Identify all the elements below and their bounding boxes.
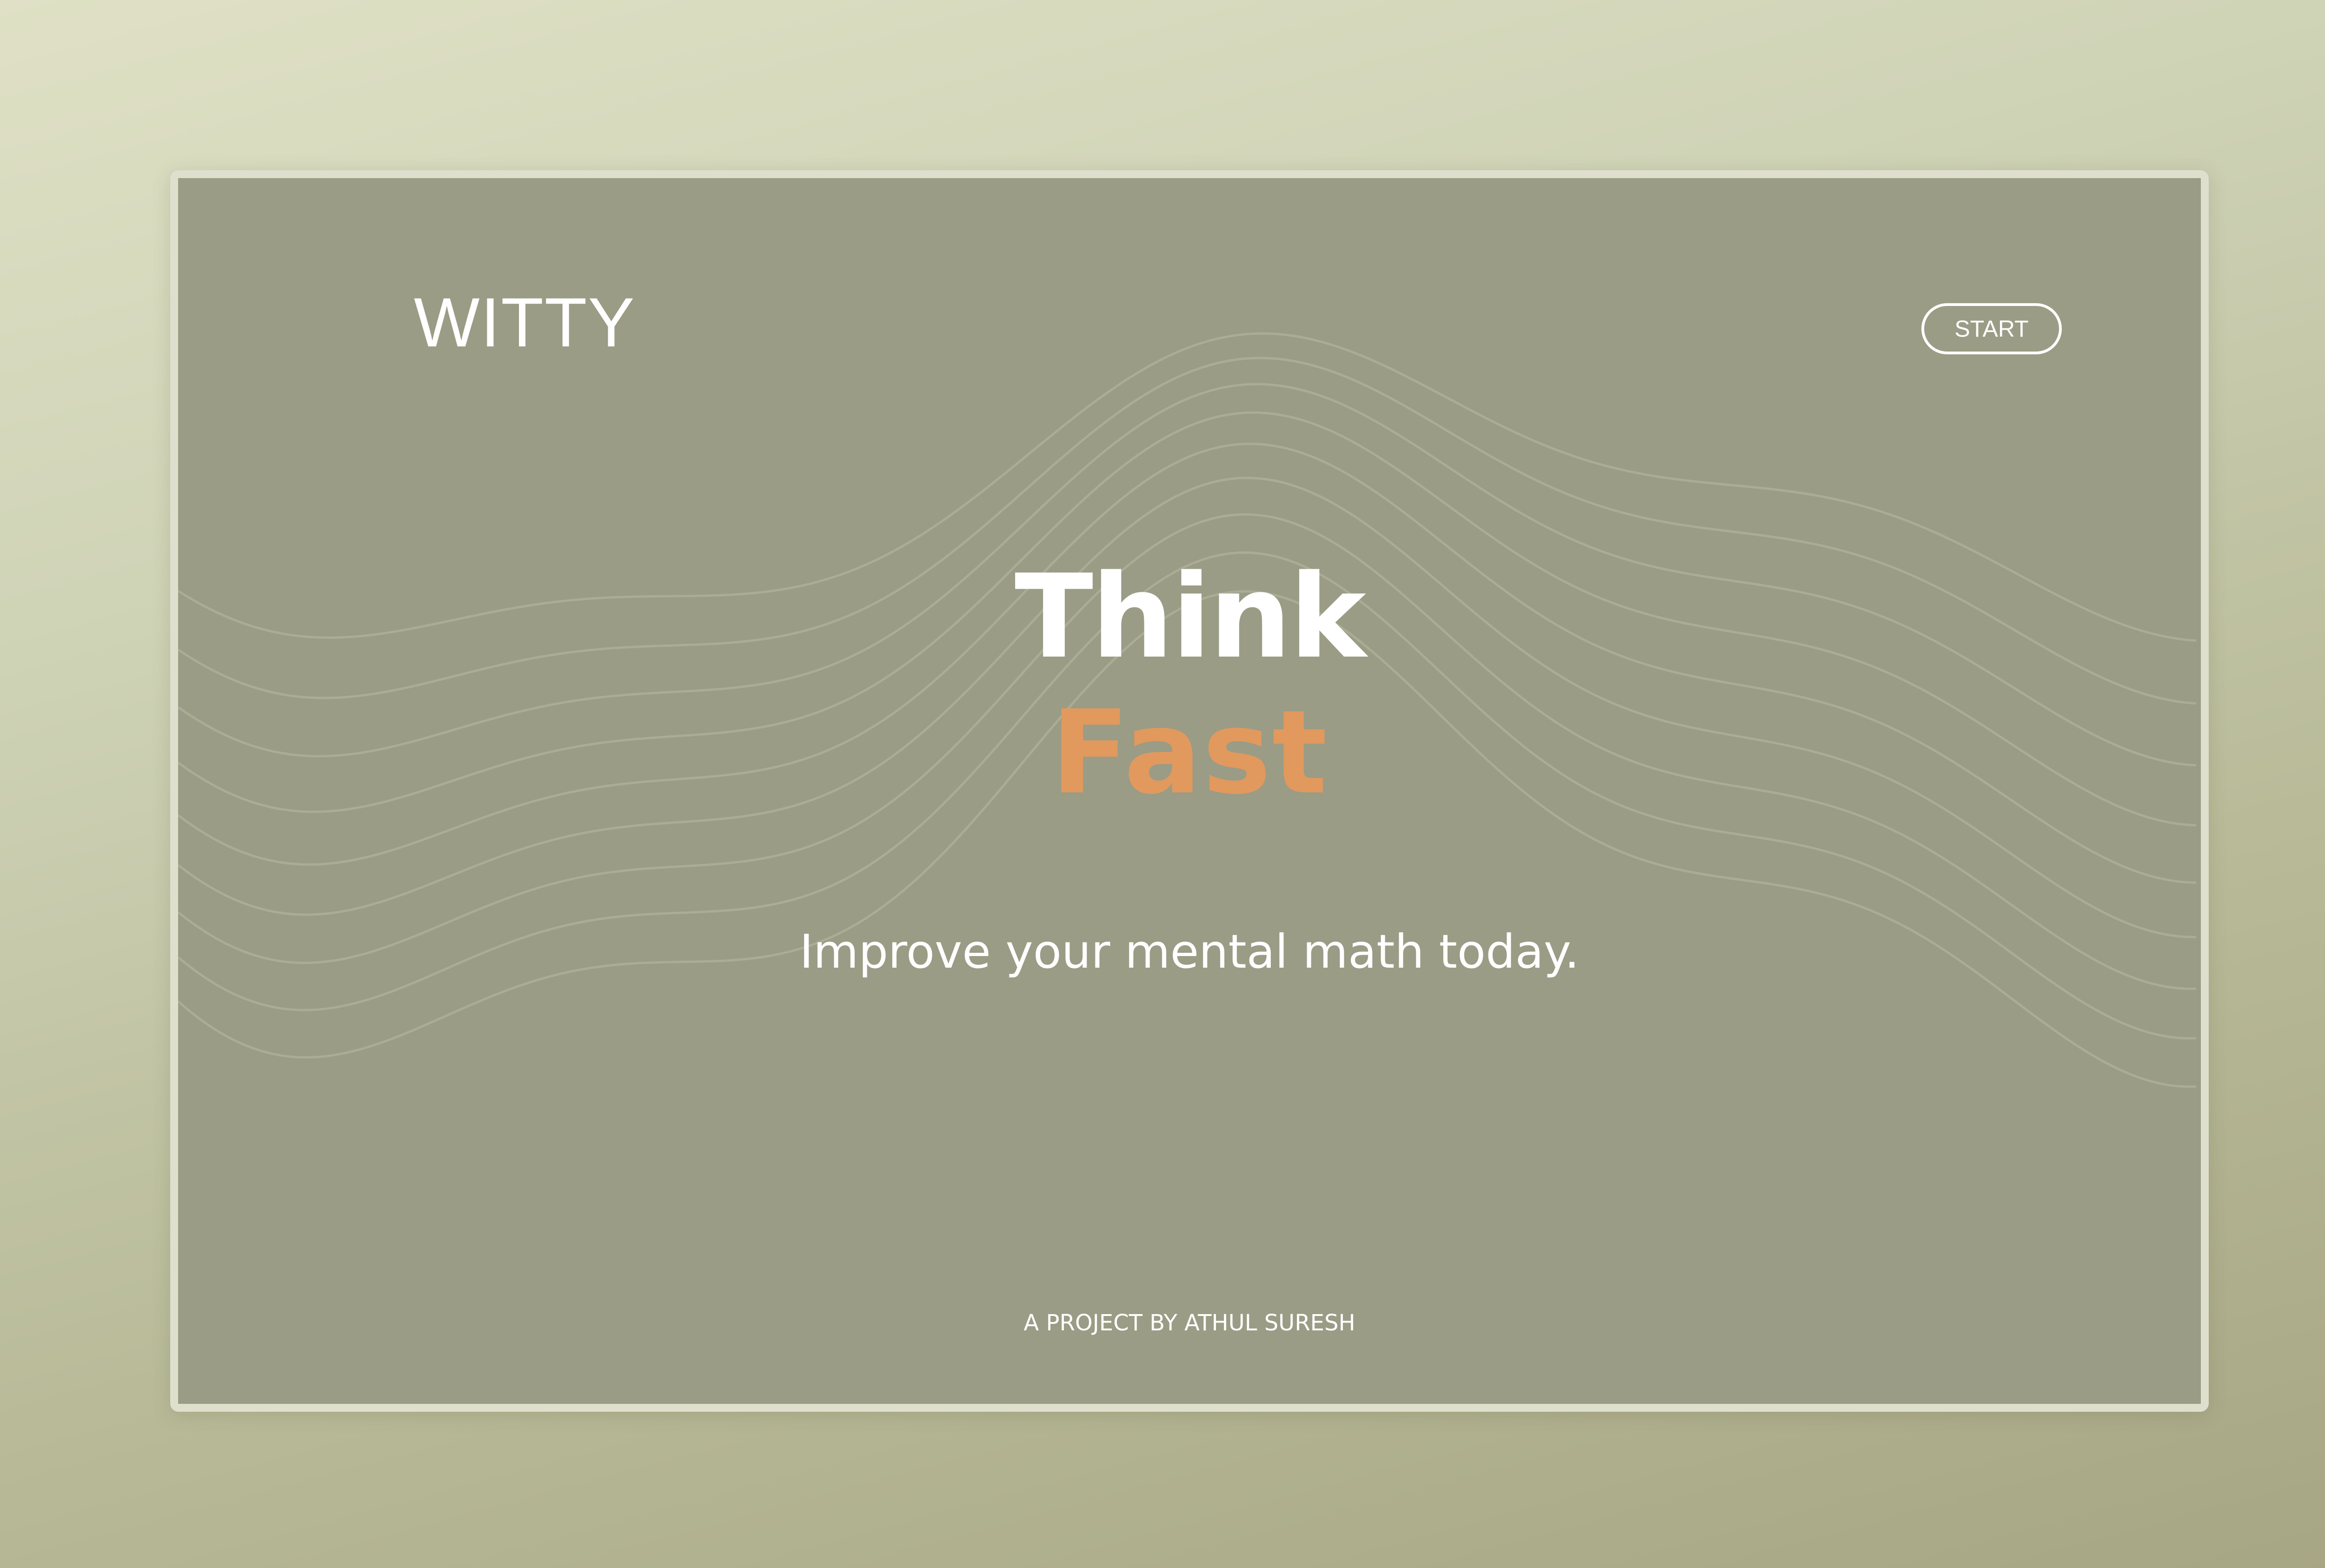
start-button[interactable]: START [1921,303,2062,354]
hero-panel: WITTY START Think Fast Improve your ment… [170,170,2209,1412]
tagline: Improve your mental math today. [799,924,1580,979]
headline-think: Think [1014,550,1366,684]
headline-fast: Fast [1050,686,1329,820]
logo[interactable]: WITTY [414,287,636,357]
footer-credit: A PROJECT BY ATHUL SURESH [1023,1310,1355,1336]
